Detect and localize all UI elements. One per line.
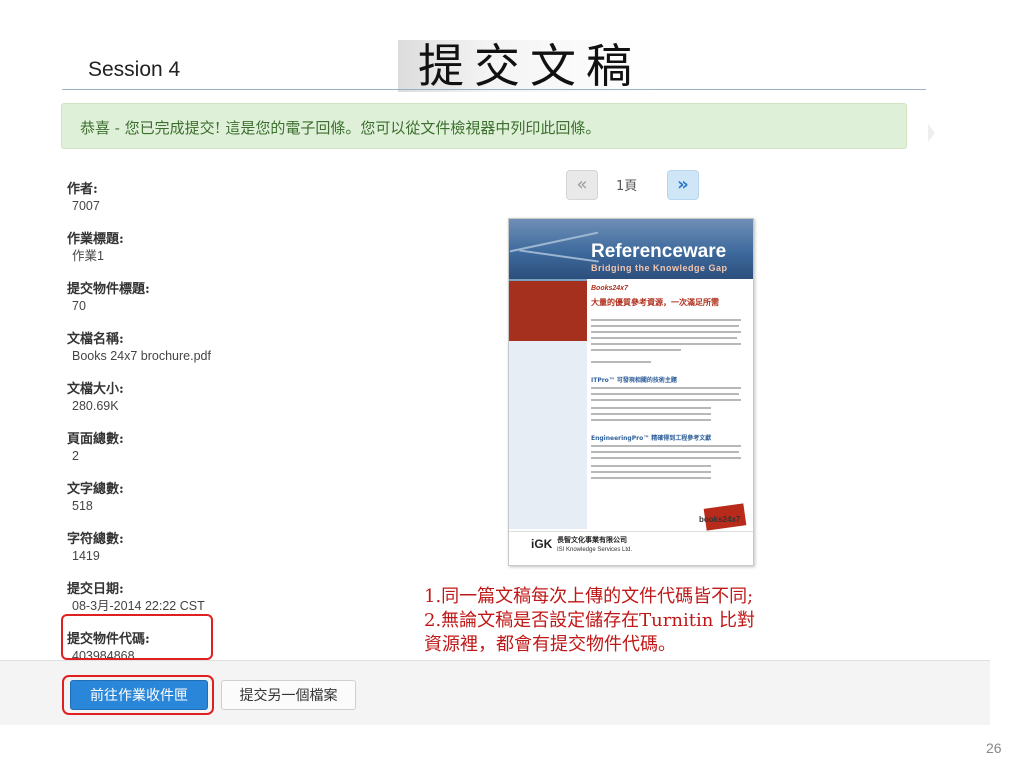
field-assignment-title: 作業標題: 作業1: [67, 231, 387, 281]
text-line: [591, 337, 737, 339]
company-name-zh: 長智文化事業有限公司: [557, 536, 627, 544]
field-page-count: 頁面總數: 2: [67, 431, 387, 481]
field-value: 1419: [72, 549, 100, 563]
page-title: 提交文稿: [418, 39, 642, 93]
preview-subheading: 大量的優質參考資源，一次滿足所需: [591, 298, 719, 307]
text-line: [591, 477, 711, 479]
text-line: [591, 471, 711, 473]
submit-another-file-button[interactable]: 提交另一個檔案: [221, 680, 356, 710]
field-file-size: 文檔大小: 280.69K: [67, 381, 387, 431]
preview-heading: Books24x7: [591, 285, 628, 292]
text-line: [591, 413, 711, 415]
preview-brand: Referenceware: [591, 241, 727, 262]
submission-metadata: 作者: 7007 作業標題: 作業1 提交物件標題: 70 文檔名稱: Book…: [67, 181, 387, 681]
field-label: 作者:: [67, 182, 98, 197]
slide-number: 26: [986, 740, 1002, 756]
next-page-button[interactable]: »: [667, 170, 699, 200]
preview-red-block: [509, 281, 587, 341]
text-line: [591, 457, 741, 459]
session-label: Session 4: [88, 58, 181, 81]
prev-page-button[interactable]: «: [566, 170, 598, 200]
text-line: [591, 393, 739, 395]
field-character-count: 字符總數: 1419: [67, 531, 387, 581]
text-line: [591, 445, 741, 447]
page-indicator: 1頁: [616, 179, 638, 194]
preview-tagline: Bridging the Knowledge Gap: [591, 263, 728, 273]
field-value: 518: [72, 499, 93, 513]
title-divider: [62, 89, 926, 90]
text-line: [591, 343, 741, 345]
field-label: 文檔大小:: [67, 382, 124, 397]
text-line: [591, 419, 711, 421]
field-author: 作者: 7007: [67, 181, 387, 231]
field-label: 提交日期:: [67, 582, 124, 597]
field-value: 280.69K: [72, 399, 119, 413]
side-arrow-icon: [928, 124, 935, 142]
field-label: 字符總數:: [67, 532, 124, 547]
field-label: 提交物件標題:: [67, 282, 150, 297]
note-line: 資源裡，都會有提交物件代碼。: [424, 634, 676, 655]
text-line: [591, 349, 681, 351]
text-line: [591, 387, 741, 389]
field-value: Books 24x7 brochure.pdf: [72, 349, 211, 363]
field-value: 7007: [72, 199, 100, 213]
text-line: [591, 361, 651, 363]
company-logo-icon: iGK: [531, 537, 553, 551]
field-value: 70: [72, 299, 86, 313]
text-line: [591, 451, 739, 453]
alert-message: 恭喜 - 您已完成提交! 這是您的電子回條。您可以從文件檢視器中列印此回條。: [80, 119, 601, 137]
text-line: [591, 325, 739, 327]
text-line: [591, 407, 711, 409]
field-label: 文字總數:: [67, 482, 124, 497]
inbox-button-highlight: [62, 675, 214, 715]
field-value: 2: [72, 449, 79, 463]
preview-section-heading: ITPro™ 可發現相關的技術主題: [591, 377, 677, 384]
preview-light-column: [509, 341, 587, 529]
field-label: 文檔名稱:: [67, 332, 124, 347]
preview-section-heading: EngineeringPro™ 精確得到工程參考文獻: [591, 435, 712, 442]
note-line: 1.同一篇文稿每次上傳的文件代碼皆不同;: [424, 586, 754, 607]
text-line: [591, 331, 741, 333]
submission-id-highlight: [61, 614, 213, 660]
note-line: 2.無論文稿是否設定儲存在Turnitin 比對: [424, 610, 756, 631]
annotation-note: 1.同一篇文稿每次上傳的文件代碼皆不同; 2.無論文稿是否設定儲存在Turnit…: [424, 585, 755, 657]
text-line: [591, 465, 711, 467]
success-alert: 恭喜 - 您已完成提交! 這是您的電子回條。您可以從文件檢視器中列印此回條。: [61, 103, 907, 149]
company-name-en: ISI Knowledge Services Ltd.: [557, 547, 633, 553]
field-label: 頁面總數:: [67, 432, 124, 447]
text-line: [591, 319, 741, 321]
text-line: [591, 399, 741, 401]
logo-text: books24x7: [699, 515, 741, 524]
field-word-count: 文字總數: 518: [67, 481, 387, 531]
field-file-name: 文檔名稱: Books 24x7 brochure.pdf: [67, 331, 387, 381]
field-label: 作業標題:: [67, 232, 124, 247]
field-submission-title: 提交物件標題: 70: [67, 281, 387, 331]
field-value: 作業1: [72, 249, 104, 263]
document-preview[interactable]: Referenceware Bridging the Knowledge Gap…: [508, 218, 754, 566]
field-value: 08-3月-2014 22:22 CST: [72, 599, 205, 613]
